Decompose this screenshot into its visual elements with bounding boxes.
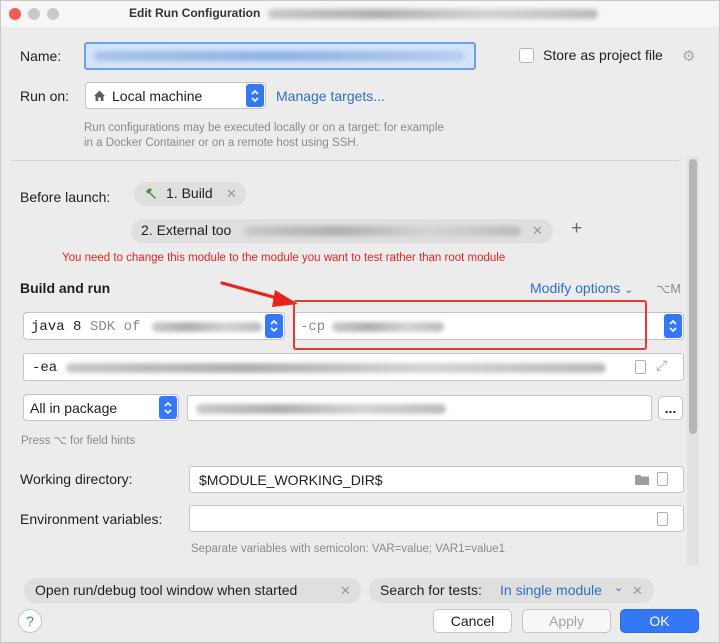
redacted-tool-name [245,226,521,236]
gear-icon[interactable]: ⚙ [682,47,695,65]
hammer-icon [146,188,156,199]
name-input[interactable] [84,42,476,70]
jdk-select[interactable]: java 8 SDK of [23,312,285,340]
add-task-plus-icon[interactable]: + [571,218,582,240]
annotation-text: You need to change this module to the mo… [62,252,506,264]
before-launch-label: Before launch: [20,189,111,205]
help-button[interactable]: ? [18,609,42,633]
window-title: Edit Run Configuration [129,6,598,20]
browse-package-button[interactable]: ... [658,396,683,420]
redacted-module [152,322,262,332]
run-on-select[interactable]: Local machine [85,82,266,109]
before-launch-task-external-tool[interactable]: 2. External too ✕ [131,219,553,243]
modify-options-link[interactable]: Modify options ⌄ [530,280,633,296]
chevron-down-icon: ⌄ [624,284,634,296]
redacted-name-value [94,51,464,61]
run-on-hint-line-2: in a Docker Container or on a remote hos… [84,137,359,149]
working-directory-label: Working directory: [20,471,133,487]
field-hints-text: Press ⌥ for field hints [21,435,136,447]
apply-button[interactable]: Apply [522,609,611,633]
search-for-tests-option[interactable]: Search for tests: In single module ⌄ ✕ [369,578,654,603]
run-on-value: Local machine [112,88,203,104]
remove-option-icon[interactable]: ✕ [632,583,643,599]
modify-options-shortcut: ⌥M [656,282,681,296]
redacted-config-name [267,8,598,19]
up-down-chevron-icon [159,396,177,419]
jdk-version: java 8 [31,319,82,335]
working-directory-value: $MODULE_WORKING_DIR$ [199,472,383,488]
home-icon [94,90,105,101]
store-as-project-file-label: Store as project file [543,47,663,63]
title-bar: Edit Run Configuration [1,1,719,27]
build-and-run-heading: Build and run [20,280,111,296]
working-directory-input[interactable]: $MODULE_WORKING_DIR$ [189,466,684,493]
edit-run-configuration-dialog: Edit Run Configuration Name: Store as pr… [0,0,720,643]
task-label: 1. Build [166,185,213,201]
vm-options-prefix: -ea [32,360,58,376]
environment-variables-hint: Separate variables with semicolon: VAR=v… [191,543,506,555]
expand-editor-icon[interactable] [635,360,646,374]
folder-icon[interactable] [634,473,650,486]
macro-editor-icon[interactable] [657,472,668,486]
up-down-chevron-icon [265,314,283,338]
environment-variables-label: Environment variables: [20,511,163,527]
ok-button[interactable]: OK [620,609,699,633]
zoom-window-button[interactable] [47,8,59,20]
up-down-chevron-icon [246,84,264,107]
run-on-label: Run on: [20,88,70,104]
scrollbar-track[interactable] [687,156,699,566]
name-label: Name: [20,48,62,64]
manage-targets-link[interactable]: Manage targets... [276,88,385,104]
window-title-text: Edit Run Configuration [129,6,261,20]
close-window-button[interactable] [9,8,21,20]
open-tool-window-option[interactable]: Open run/debug tool window when started … [24,578,361,603]
cancel-button[interactable]: Cancel [433,609,512,633]
before-launch-task-build[interactable]: 1. Build ✕ [134,182,246,206]
option-label: Search for tests: [380,582,482,598]
remove-task-icon[interactable]: ✕ [226,186,237,202]
redacted-package [196,404,446,414]
annotation-arrow-icon [220,281,298,307]
package-input[interactable] [187,395,652,421]
remove-task-icon[interactable]: ✕ [532,223,543,239]
store-as-project-file-checkbox[interactable] [519,48,534,63]
redacted-vm-options [66,363,606,373]
remove-option-icon[interactable]: ✕ [340,583,351,599]
annotation-highlight-box [293,300,647,350]
minimize-window-button[interactable] [28,8,40,20]
option-label: Open run/debug tool window when started [35,582,298,598]
up-down-chevron-icon [664,314,682,338]
chevron-down-icon: ⌄ [614,582,624,594]
modify-options-label: Modify options [530,280,621,296]
section-divider [11,160,679,161]
test-kind-value: All in package [30,400,118,416]
task-label: 2. External too [141,222,232,238]
expand-fullscreen-icon[interactable]: ⤢ [656,357,667,374]
environment-variables-input[interactable] [189,505,684,532]
edit-env-vars-icon[interactable] [657,512,668,526]
test-kind-select[interactable]: All in package [23,394,179,421]
search-scope-value[interactable]: In single module [500,582,602,598]
vm-options-input[interactable]: -ea ⤢ [23,353,684,381]
jdk-sdk-of-label: SDK of [90,319,141,335]
scrollbar-thumb[interactable] [689,159,697,434]
run-on-hint-line-1: Run configurations may be executed local… [84,122,444,134]
